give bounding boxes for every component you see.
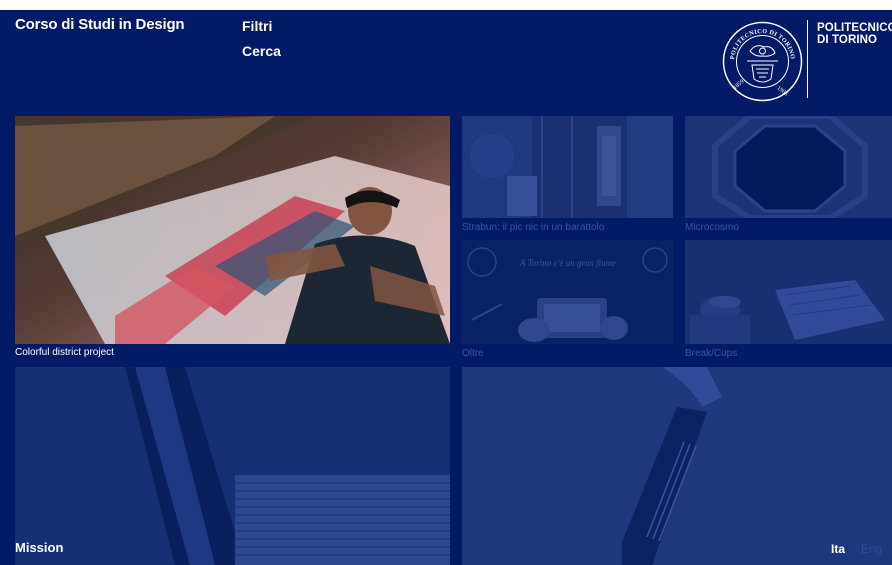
site-title-link[interactable]: Corso di Studi in Design [15,16,185,33]
mission-link[interactable]: Mission [15,540,63,555]
language-eng-button[interactable]: Eng [861,542,882,556]
breakcups-photo [685,240,892,344]
strabun-photo [462,116,673,218]
project-tile-featured[interactable] [15,116,450,344]
project-tile-oltre[interactable]: A Torino c'è un gran fiume [462,240,673,344]
search-link[interactable]: Cerca [242,43,281,59]
mission-photo [15,367,450,565]
book-tile[interactable] [462,367,892,565]
mission-tile[interactable] [15,367,450,565]
project-caption-breakcups[interactable]: Break/Cups [685,348,737,359]
featured-photo [15,116,450,344]
project-caption-strabun[interactable]: Strabun: il pic nic in un barattolo [462,222,604,233]
polito-seal-logo[interactable]: POLITECNICO DI TORINO 1859 1906 [722,21,803,102]
microcosmo-photo [685,116,892,218]
wordmark-line-1: POLITECNICO [817,22,892,34]
project-caption-oltre[interactable]: Oltre [462,348,484,359]
page: Corso di Studi in Design Filtri Cerca PO… [0,0,892,565]
project-caption-colorful[interactable]: Colorful district project [15,347,114,358]
wordmark-line-2: DI TORINO [817,34,878,46]
project-tile-microcosmo[interactable] [685,116,892,218]
oltre-handwriting: A Torino c'è un gran fiume [519,258,616,268]
project-tile-strabun[interactable] [462,116,673,218]
oltre-photo: A Torino c'è un gran fiume [462,240,673,344]
language-ita-button[interactable]: Ita [831,542,845,556]
book-photo [462,367,892,565]
project-tile-breakcups[interactable] [685,240,892,344]
polito-wordmark[interactable]: POLITECNICO DI TORINO [817,22,892,46]
filters-link[interactable]: Filtri [242,18,272,34]
logo-divider [807,20,808,98]
project-caption-microcosmo[interactable]: Microcosmo [685,222,739,233]
